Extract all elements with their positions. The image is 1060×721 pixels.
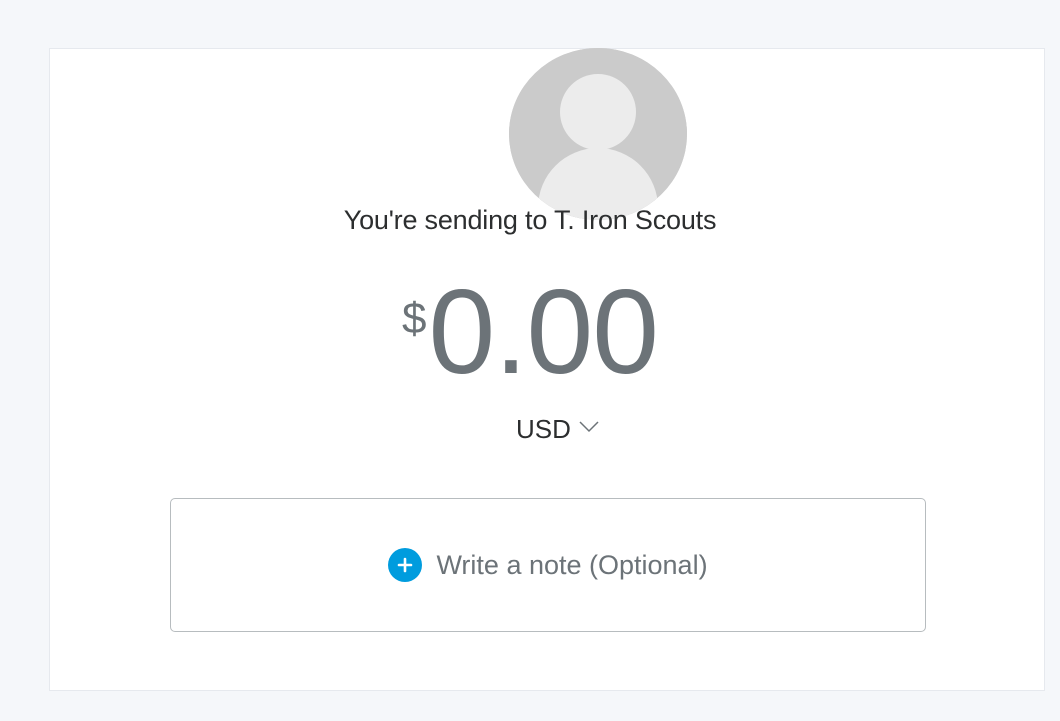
chevron-down-icon xyxy=(579,420,599,438)
default-user-avatar-icon xyxy=(509,48,687,220)
recipient-avatar xyxy=(509,48,687,220)
plus-circle-icon xyxy=(388,548,423,582)
currency-symbol: $ xyxy=(401,294,427,343)
recipient-heading: You're sending to T. Iron Scouts xyxy=(343,205,717,235)
write-note-button[interactable]: Write a note (Optional) xyxy=(170,498,926,632)
currency-code: USD xyxy=(516,413,571,444)
amount-display[interactable]: $0.00 xyxy=(0,268,1060,396)
write-note-label: Write a note (Optional) xyxy=(436,549,708,580)
currency-dropdown[interactable]: USD xyxy=(516,412,599,446)
amount-value[interactable]: 0.00 xyxy=(428,265,659,399)
